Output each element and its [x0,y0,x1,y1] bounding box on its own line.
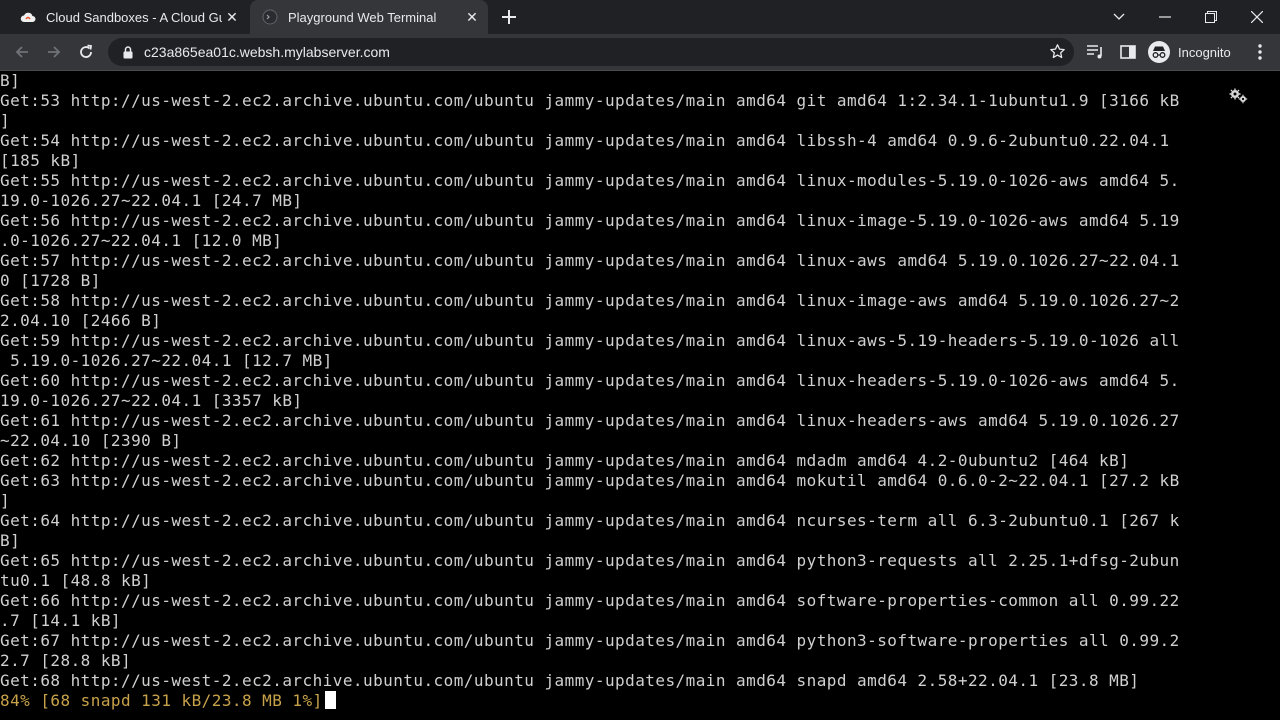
terminal-line: Get:68 http://us-west-2.ec2.archive.ubun… [0,671,1140,690]
tab-strip: Cloud Sandboxes - A Cloud Guru ✕ Playgro… [0,0,1280,34]
forward-button[interactable] [40,38,68,66]
incognito-profile-button[interactable]: Incognito [1148,40,1231,64]
terminal-line: B] [0,71,21,90]
arrow-left-icon [15,46,28,58]
cloud-icon [20,9,36,25]
terminal-cursor [324,691,336,709]
web-terminal[interactable]: B] Get:53 http://us-west-2.ec2.archive.ub… [0,71,1280,720]
terminal-line: Get:64 http://us-west-2.ec2.archive.ubun… [0,511,1180,530]
plus-icon [502,10,516,24]
terminal-line: Get:66 http://us-west-2.ec2.archive.ubun… [0,591,1180,610]
terminal-line: .0-1026.27~22.04.1 [12.0 MB] [0,231,283,250]
terminal-line: Get:56 http://us-west-2.ec2.archive.ubun… [0,211,1180,230]
terminal-line: 2.04.10 [2466 B] [0,311,162,330]
side-panel-icon [1120,45,1136,59]
more-vertical-icon [1258,44,1262,60]
url-text: c23a865ea01c.websh.mylabserver.com [144,44,390,60]
terminal-line: Get:60 http://us-west-2.ec2.archive.ubun… [0,371,1180,390]
close-icon [1251,11,1263,23]
browser-menu-button[interactable] [1250,42,1270,62]
playlist-icon [1087,45,1102,59]
terminal-line: 2.7 [28.8 kB] [0,651,132,670]
tab-title: Playground Web Terminal [288,9,437,25]
terminal-line: ~22.04.10 [2390 B] [0,431,182,450]
close-icon[interactable]: ✕ [222,7,242,27]
minimize-icon [1159,16,1171,18]
close-window-button[interactable] [1234,0,1280,34]
terminal-line: Get:61 http://us-west-2.ec2.archive.ubun… [0,411,1180,430]
bookmark-star-icon[interactable] [1049,43,1066,65]
chevron-down-icon [1113,13,1125,20]
reload-icon [80,44,93,58]
restore-button[interactable] [1188,0,1234,34]
settings-gear-icon[interactable] [1228,87,1250,105]
terminal-line: B] [0,531,21,550]
tab-playground-terminal[interactable]: Playground Web Terminal ✕ [250,0,488,34]
terminal-line: 5.19.0-1026.27~22.04.1 [12.7 MB] [0,351,333,370]
apt-progress-text: 84% [68 snapd 131 kB/23.8 MB 1%] [0,691,323,710]
close-icon[interactable]: ✕ [462,7,482,27]
terminal-line: 19.0-1026.27~22.04.1 [3357 kB] [0,391,303,410]
terminal-line: Get:67 http://us-west-2.ec2.archive.ubun… [0,631,1180,650]
address-bar[interactable]: c23a865ea01c.websh.mylabserver.com [108,38,1074,66]
terminal-line: Get:62 http://us-west-2.ec2.archive.ubun… [0,451,1130,470]
tab-cloud-sandboxes[interactable]: Cloud Sandboxes - A Cloud Guru ✕ [8,0,248,34]
terminal-line: Get:55 http://us-west-2.ec2.archive.ubun… [0,171,1180,190]
new-tab-button[interactable] [498,6,520,28]
incognito-icon [1148,41,1170,63]
terminal-line: [185 kB] [0,151,81,170]
tab-title: Cloud Sandboxes - A Cloud Guru [46,9,222,25]
terminal-line: Get:57 http://us-west-2.ec2.archive.ubun… [0,251,1180,270]
terminal-output: B] Get:53 http://us-west-2.ec2.archive.ub… [0,71,1280,711]
restore-icon [1205,11,1217,23]
terminal-line: Get:58 http://us-west-2.ec2.archive.ubun… [0,291,1180,310]
terminal-icon [262,9,278,25]
reload-button[interactable] [72,38,100,66]
minimize-button[interactable] [1142,0,1188,34]
terminal-line: Get:63 http://us-west-2.ec2.archive.ubun… [0,471,1180,490]
tab-search-button[interactable] [1096,0,1142,34]
terminal-line: ] [0,491,11,510]
media-control-button[interactable] [1086,42,1106,62]
back-button[interactable] [8,38,36,66]
profile-label: Incognito [1178,44,1231,60]
terminal-line: 0 [1728 B] [0,271,101,290]
lock-icon[interactable] [120,45,136,59]
terminal-line: Get:54 http://us-west-2.ec2.archive.ubun… [0,131,1170,150]
terminal-progress-line: 84% [68 snapd 131 kB/23.8 MB 1%] [0,691,1280,711]
terminal-line: Get:65 http://us-west-2.ec2.archive.ubun… [0,551,1180,570]
terminal-line: Get:59 http://us-west-2.ec2.archive.ubun… [0,331,1180,350]
terminal-line: 19.0-1026.27~22.04.1 [24.7 MB] [0,191,303,210]
terminal-line: tu0.1 [48.8 kB] [0,571,152,590]
terminal-line: Get:53 http://us-west-2.ec2.archive.ubun… [0,91,1180,110]
browser-toolbar: c23a865ea01c.websh.mylabserver.com Incog… [0,34,1280,71]
arrow-right-icon [48,46,61,58]
side-panel-button[interactable] [1118,42,1138,62]
terminal-line: ] [0,111,11,130]
terminal-line: .7 [14.1 kB] [0,611,121,630]
